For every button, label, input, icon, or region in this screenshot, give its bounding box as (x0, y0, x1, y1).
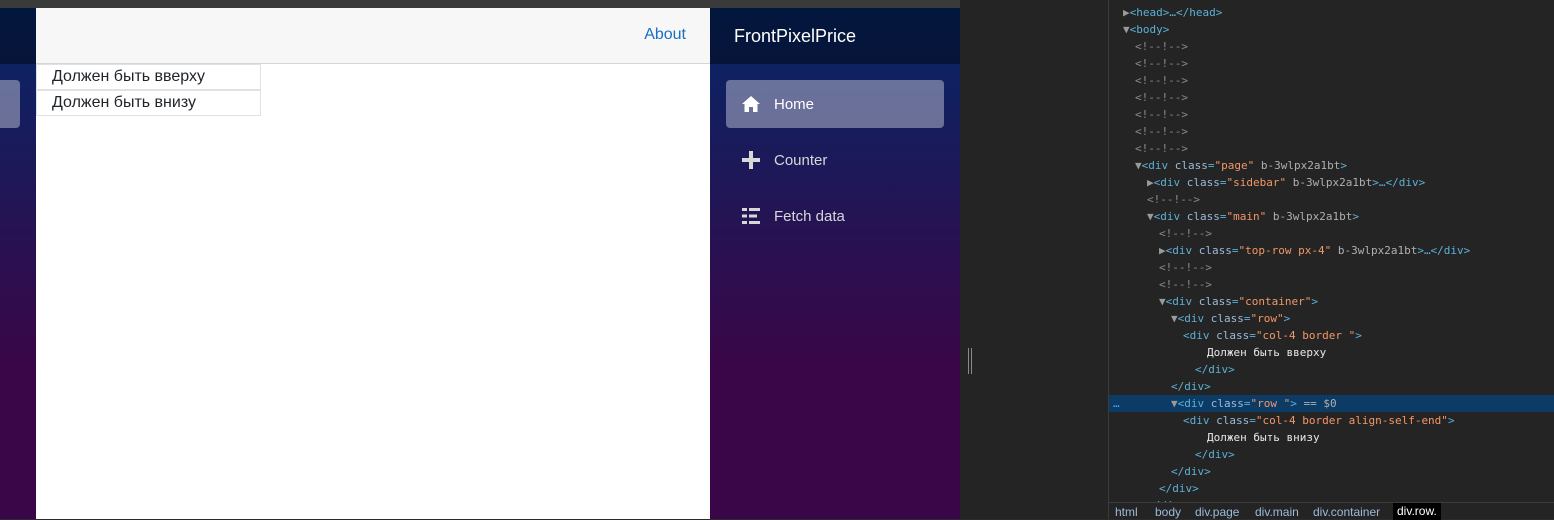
dom-tree-row[interactable]: <!--!--> (1109, 140, 1554, 157)
dom-tree-row[interactable]: ▶<div class="top-row px-4" b-3wlpx2a1bt>… (1109, 242, 1554, 259)
breadcrumb: html body div.page div.main div.container div… (1109, 502, 1554, 520)
dom-tree-row[interactable]: <!--!--> (1109, 276, 1554, 293)
breadcrumb-item[interactable]: div.main (1255, 505, 1299, 519)
breadcrumb-item[interactable]: div.row. (1393, 503, 1441, 520)
devtools-gutter (960, 0, 1108, 519)
dom-tree-row[interactable]: Должен быть внизу (1109, 429, 1554, 446)
dom-tree-row[interactable]: <!--!--> (1109, 191, 1554, 208)
plus-icon (742, 151, 760, 169)
about-link[interactable]: About (644, 26, 686, 44)
dom-tree-row[interactable]: ▼<div class="container"> (1109, 293, 1554, 310)
breadcrumb-item[interactable]: div.page (1195, 505, 1239, 519)
home-icon (742, 96, 760, 112)
nav-item-counter[interactable]: Counter (726, 136, 944, 184)
nav-item-label: Home (774, 96, 815, 113)
dom-tree-row[interactable]: Должен быть вверху (1109, 344, 1554, 361)
dom-tree-row[interactable]: </div> (1109, 463, 1554, 480)
browser-top-strip (0, 0, 960, 8)
devtools-elements-panel: ▶<head>…</head> ▼<body> <!--!--> <!--!--> <!… (1108, 0, 1554, 520)
dom-tree-row[interactable]: <!--!--> (1109, 259, 1554, 276)
dom-tree-row[interactable]: <!--!--> (1109, 89, 1554, 106)
brand-title[interactable]: FrontPixelPrice (734, 26, 856, 47)
dom-tree-row[interactable]: ▼<div class="main" b-3wlpx2a1bt> (1109, 208, 1554, 225)
breadcrumb-item[interactable]: html (1115, 505, 1138, 519)
list-icon (742, 208, 760, 224)
dom-tree-row[interactable]: <!--!--> (1109, 72, 1554, 89)
brand-row: FrontPixelPrice (710, 8, 960, 64)
dom-tree-row-selected[interactable]: ▼<div class="row "> == $0… (1109, 395, 1554, 412)
dom-tree-row[interactable]: ▶<head>…</head> (1109, 4, 1554, 21)
sidebar: FrontPixelPrice Home Counter Fetch data (710, 8, 960, 519)
dom-tree-row[interactable]: <!--!--> (1109, 55, 1554, 72)
nav-item-fetch-data[interactable]: Fetch data (726, 192, 944, 240)
dom-tree-row[interactable]: </div> (1109, 361, 1554, 378)
dom-tree-row[interactable]: <div class="col-4 border "> (1109, 327, 1554, 344)
dom-tree-row[interactable]: ▶<div class="sidebar" b-3wlpx2a1bt>…</di… (1109, 174, 1554, 191)
col-top-cell: Должен быть вверху (36, 64, 261, 90)
nav-item-label: Counter (774, 152, 828, 169)
row-options-icon[interactable]: … (1113, 395, 1120, 412)
left-sidebar-brand-band (0, 8, 36, 64)
dom-tree-row[interactable]: ▼<body> (1109, 21, 1554, 38)
top-row: About (36, 8, 710, 64)
dom-tree-row[interactable]: </div> (1109, 378, 1554, 395)
dom-tree-row[interactable]: ▼<div class="row"> (1109, 310, 1554, 327)
breadcrumb-item[interactable]: body (1155, 505, 1181, 519)
resize-handle[interactable] (968, 348, 972, 374)
nav-item-home[interactable]: Home (726, 80, 944, 128)
dom-tree-row[interactable]: <div class="col-4 border align-self-end"… (1109, 412, 1554, 429)
dom-tree-row[interactable]: <!--!--> (1109, 225, 1554, 242)
dom-tree-row[interactable]: </div> (1109, 480, 1554, 497)
dom-tree-row[interactable]: ▼<div class="page" b-3wlpx2a1bt> (1109, 157, 1554, 174)
col-bottom-cell: Должен быть внизу (36, 90, 261, 116)
dom-tree-row[interactable]: <!--!--> (1109, 38, 1554, 55)
nav-item-label: Fetch data (774, 208, 845, 225)
left-sidebar-active-item[interactable] (0, 80, 20, 128)
dom-tree-row[interactable]: <!--!--> (1109, 106, 1554, 123)
dom-tree-row[interactable]: </div> (1109, 446, 1554, 463)
left-sidebar-fragment (0, 8, 36, 519)
main-content: About Должен быть вверху Должен быть вни… (36, 8, 710, 519)
dom-tree-row[interactable]: <!--!--> (1109, 123, 1554, 140)
breadcrumb-item[interactable]: div.container (1313, 505, 1380, 519)
